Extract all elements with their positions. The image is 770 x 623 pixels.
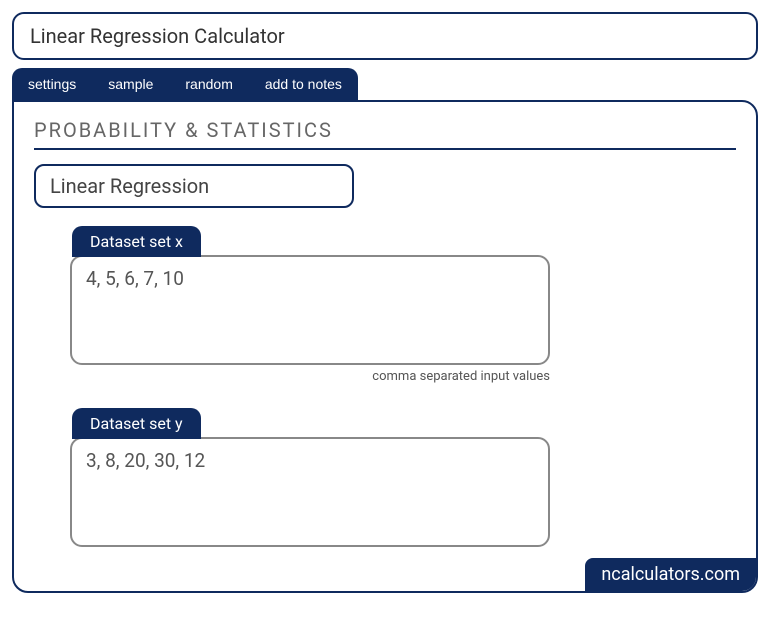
tab-settings[interactable]: settings xyxy=(12,68,92,100)
dataset-y-group: Dataset set y xyxy=(70,408,550,547)
main-panel: PROBABILITY & STATISTICS Linear Regressi… xyxy=(12,100,758,593)
dataset-y-input[interactable] xyxy=(70,437,550,547)
tab-add-to-notes[interactable]: add to notes xyxy=(249,68,358,100)
dataset-x-label: Dataset set x xyxy=(72,226,201,257)
tab-bar: settings sample random add to notes xyxy=(12,68,758,100)
regression-type-box: Linear Regression xyxy=(34,164,354,208)
tab-sample[interactable]: sample xyxy=(92,68,169,100)
section-heading: PROBABILITY & STATISTICS xyxy=(34,118,736,150)
dataset-y-label: Dataset set y xyxy=(72,408,201,439)
watermark: ncalculators.com xyxy=(585,558,756,591)
dataset-x-group: Dataset set x comma separated input valu… xyxy=(70,226,550,384)
dataset-x-input[interactable] xyxy=(70,255,550,365)
tab-random[interactable]: random xyxy=(169,68,248,100)
dataset-x-hint: comma separated input values xyxy=(70,369,550,384)
title-bar: Linear Regression Calculator xyxy=(12,12,758,60)
regression-type-label: Linear Regression xyxy=(50,174,209,198)
page-title: Linear Regression Calculator xyxy=(30,24,740,48)
